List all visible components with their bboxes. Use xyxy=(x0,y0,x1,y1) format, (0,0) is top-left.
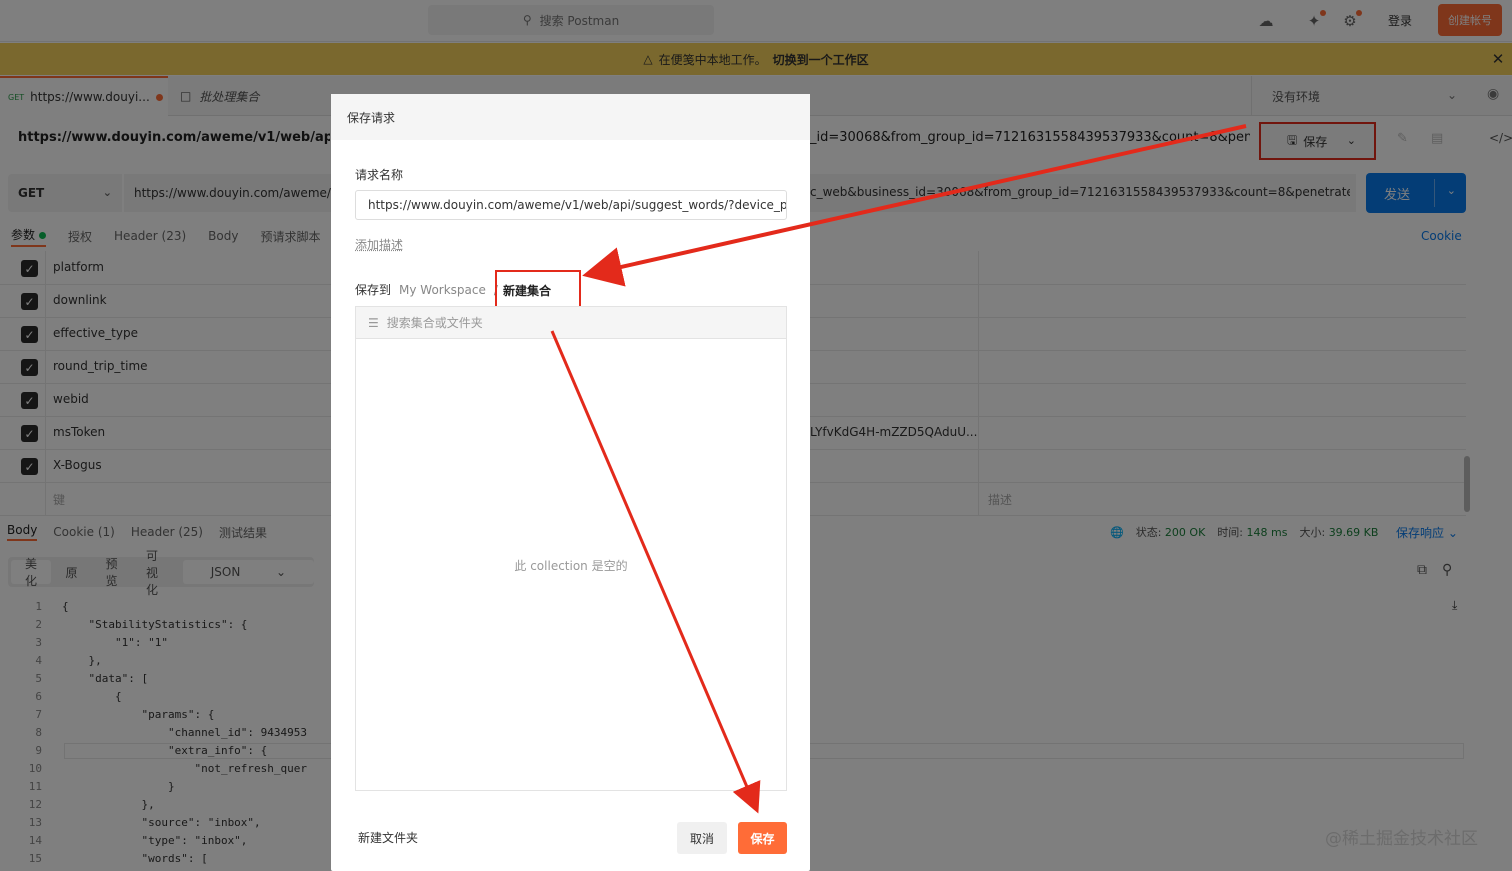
new-collection-label: 新建集合 xyxy=(503,283,552,298)
new-collection-button[interactable]: 新建集合 xyxy=(495,270,581,310)
request-name-label: 请求名称 xyxy=(355,168,404,182)
save-request-dialog: 保存请求 请求名称 https://www.douyin.com/aweme/v… xyxy=(331,94,810,871)
dialog-header: 保存请求 xyxy=(331,94,810,140)
collection-browser: ☰ 搜索集合或文件夹 此 collection 是空的 xyxy=(355,306,787,791)
filter-icon: ☰ xyxy=(368,315,379,330)
save-button[interactable]: 保存 xyxy=(738,822,787,854)
save-to-label: 保存到 xyxy=(355,283,392,297)
empty-collection-text: 此 collection 是空的 xyxy=(514,559,628,573)
new-folder-button[interactable]: 新建文件夹 xyxy=(358,829,418,846)
add-description-link[interactable]: 添加描述 xyxy=(355,236,403,253)
dialog-title: 保存请求 xyxy=(347,110,396,125)
collection-search-input[interactable]: ☰ 搜索集合或文件夹 xyxy=(356,307,786,339)
request-name-input[interactable]: https://www.douyin.com/aweme/v1/web/api/… xyxy=(355,190,787,220)
breadcrumb-workspace[interactable]: My Workspace xyxy=(399,283,486,297)
cancel-button[interactable]: 取消 xyxy=(677,822,727,854)
collection-search-placeholder: 搜索集合或文件夹 xyxy=(386,316,483,330)
request-name-value: https://www.douyin.com/aweme/v1/web/api/… xyxy=(368,198,787,212)
save-to-breadcrumb: 保存到 My Workspace / xyxy=(355,281,498,298)
